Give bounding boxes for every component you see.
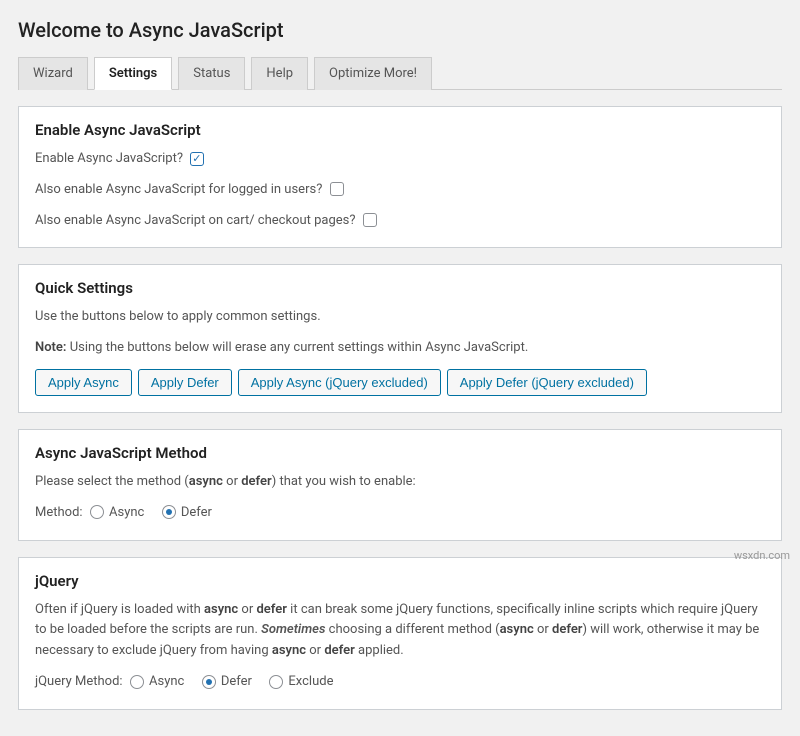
jquery-heading: jQuery bbox=[35, 572, 765, 590]
quick-desc: Use the buttons below to apply common se… bbox=[35, 307, 765, 328]
enable-cart-label: Also enable Async JavaScript on cart/ ch… bbox=[35, 213, 356, 228]
tab-optimize-more[interactable]: Optimize More! bbox=[314, 57, 432, 90]
page-title: Welcome to Async JavaScript bbox=[18, 18, 782, 42]
enable-cart-checkbox[interactable] bbox=[363, 213, 377, 227]
jquery-method-label: jQuery Method: bbox=[35, 674, 123, 689]
jq-b2: defer bbox=[256, 602, 286, 617]
enable-loggedin-label: Also enable Async JavaScript for logged … bbox=[35, 182, 322, 197]
jq-b3: async bbox=[500, 622, 534, 637]
jq-t8: applied. bbox=[355, 643, 404, 658]
jquery-async-radio[interactable] bbox=[130, 675, 144, 689]
jq-t2: or bbox=[238, 602, 256, 617]
jquery-defer-text: Defer bbox=[221, 674, 252, 689]
method-panel: Async JavaScript Method Please select th… bbox=[18, 429, 782, 541]
jq-b5: async bbox=[272, 643, 306, 658]
apply-defer-button[interactable]: Apply Defer bbox=[138, 369, 232, 396]
jq-b1: async bbox=[204, 602, 238, 617]
watermark: wsxdn.com bbox=[734, 549, 790, 562]
tab-settings[interactable]: Settings bbox=[94, 57, 172, 90]
jq-t5: or bbox=[534, 622, 552, 637]
method-defer-option[interactable]: Defer bbox=[158, 505, 212, 520]
jq-t7: or bbox=[306, 643, 324, 658]
apply-async-button[interactable]: Apply Async bbox=[35, 369, 132, 396]
jq-b4: defer bbox=[552, 622, 582, 637]
jquery-async-text: Async bbox=[149, 674, 184, 689]
jquery-desc: Often if jQuery is loaded with async or … bbox=[35, 600, 765, 662]
tab-help[interactable]: Help bbox=[251, 57, 308, 90]
jq-em: Sometimes bbox=[261, 622, 325, 637]
method-async-text: Async bbox=[109, 505, 144, 520]
jquery-defer-option[interactable]: Defer bbox=[198, 674, 256, 689]
quick-note-prefix: Note: bbox=[35, 340, 66, 355]
jquery-exclude-option[interactable]: Exclude bbox=[265, 674, 333, 689]
method-async-option[interactable]: Async bbox=[86, 505, 148, 520]
apply-defer-jq-excluded-button[interactable]: Apply Defer (jQuery excluded) bbox=[447, 369, 647, 396]
quick-note-text: Using the buttons below will erase any c… bbox=[66, 340, 528, 355]
method-desc: Please select the method (async or defer… bbox=[35, 472, 765, 493]
quick-heading: Quick Settings bbox=[35, 279, 765, 297]
method-heading: Async JavaScript Method bbox=[35, 444, 765, 462]
tab-status[interactable]: Status bbox=[178, 57, 245, 90]
enable-label: Enable Async JavaScript? bbox=[35, 151, 183, 166]
method-defer-radio[interactable] bbox=[162, 505, 176, 519]
enable-panel: Enable Async JavaScript Enable Async Jav… bbox=[18, 106, 782, 248]
jquery-async-option[interactable]: Async bbox=[126, 674, 188, 689]
enable-heading: Enable Async JavaScript bbox=[35, 121, 765, 139]
method-desc-mid: or bbox=[223, 474, 241, 489]
jq-t4: choosing a different method ( bbox=[325, 622, 499, 637]
method-async-radio[interactable] bbox=[90, 505, 104, 519]
method-desc-b1: async bbox=[189, 474, 223, 489]
jq-t1: Often if jQuery is loaded with bbox=[35, 602, 204, 617]
jquery-exclude-radio[interactable] bbox=[269, 675, 283, 689]
quick-button-row: Apply Async Apply Defer Apply Async (jQu… bbox=[35, 369, 765, 396]
quick-settings-panel: Quick Settings Use the buttons below to … bbox=[18, 264, 782, 413]
tab-wizard[interactable]: Wizard bbox=[18, 57, 88, 90]
method-label: Method: bbox=[35, 505, 83, 520]
method-defer-text: Defer bbox=[181, 505, 212, 520]
tab-bar: Wizard Settings Status Help Optimize Mor… bbox=[18, 56, 782, 90]
enable-checkbox[interactable] bbox=[190, 152, 204, 166]
jquery-defer-radio[interactable] bbox=[202, 675, 216, 689]
jquery-panel: jQuery Often if jQuery is loaded with as… bbox=[18, 557, 782, 710]
apply-async-jq-excluded-button[interactable]: Apply Async (jQuery excluded) bbox=[238, 369, 441, 396]
method-desc-post: ) that you wish to enable: bbox=[272, 474, 416, 489]
quick-note: Note: Using the buttons below will erase… bbox=[35, 338, 765, 359]
jq-b6: defer bbox=[324, 643, 354, 658]
method-desc-b2: defer bbox=[241, 474, 271, 489]
method-desc-pre: Please select the method ( bbox=[35, 474, 189, 489]
jquery-exclude-text: Exclude bbox=[288, 674, 333, 689]
enable-loggedin-checkbox[interactable] bbox=[330, 182, 344, 196]
